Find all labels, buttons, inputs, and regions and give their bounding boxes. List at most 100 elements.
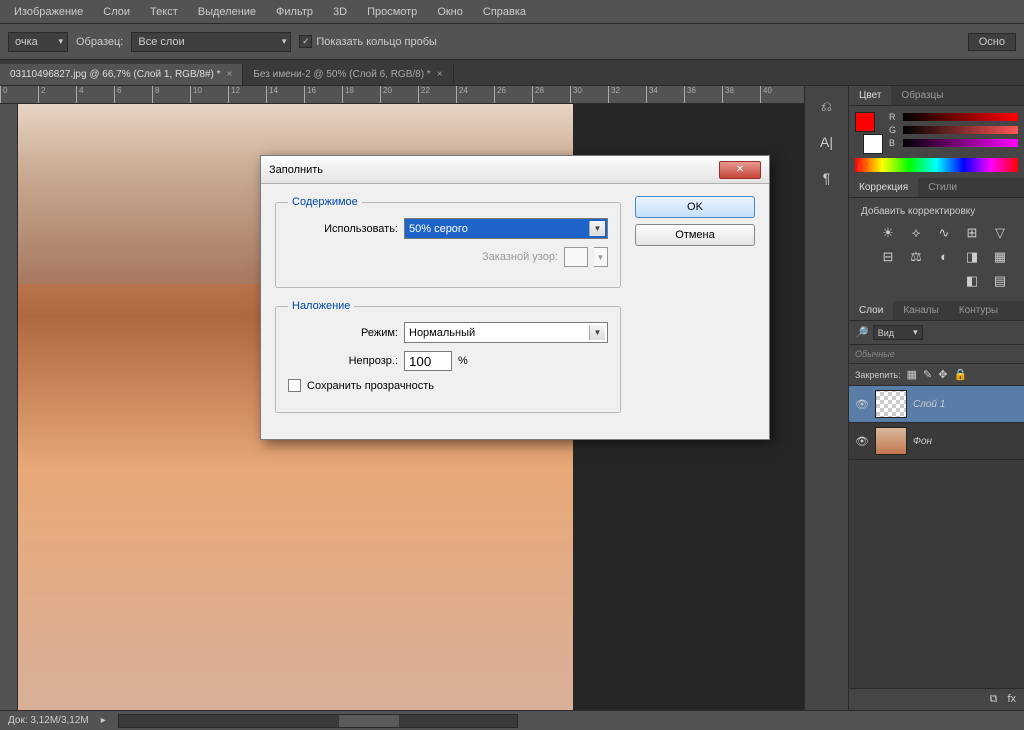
doc-tab-1-close-icon[interactable]: × xyxy=(227,69,233,80)
mode-select[interactable]: Нормальный ▼ xyxy=(404,322,608,343)
lock-row: Закрепить: ▦ ✎ ✥ 🔒 xyxy=(849,364,1024,386)
g-slider[interactable] xyxy=(903,126,1018,134)
tab-swatches[interactable]: Образцы xyxy=(891,86,953,105)
hue-icon[interactable]: ⊟ xyxy=(878,249,898,265)
brightness-icon[interactable]: ☀ xyxy=(878,225,898,241)
lock-move-icon[interactable]: ✥ xyxy=(938,368,947,381)
blend-mode-select[interactable]: Обычные xyxy=(849,344,1024,364)
menu-filter[interactable]: Фильтр xyxy=(266,2,323,22)
doc-tab-2[interactable]: Без имени-2 @ 50% (Слой 6, RGB/8) * × xyxy=(243,64,453,85)
paragraph-icon[interactable]: ¶ xyxy=(816,170,838,188)
sample-label: Образец: xyxy=(76,36,123,48)
character-icon[interactable]: A| xyxy=(816,134,838,152)
tab-adjustments[interactable]: Коррекция xyxy=(849,178,918,197)
menu-help[interactable]: Справка xyxy=(473,2,536,22)
selective-icon[interactable]: ▤ xyxy=(990,273,1010,289)
layer-bg-thumb[interactable] xyxy=(875,427,907,455)
use-label: Использовать: xyxy=(288,223,398,235)
size-select[interactable]: очка xyxy=(8,32,68,52)
doc-tab-2-label: Без имени-2 @ 50% (Слой 6, RGB/8) * xyxy=(253,69,430,80)
doc-tab-1-label: 03110496827.jpg @ 66,7% (Слой 1, RGB/8#)… xyxy=(10,69,221,80)
filter-kind-select[interactable]: Вид▾ xyxy=(873,325,923,340)
add-adjustment-label: Добавить корректировку xyxy=(855,204,1018,219)
status-bar: Док: 3,12М/3,12М ▸ xyxy=(0,710,1024,730)
lock-pixels-icon[interactable]: ▦ xyxy=(907,368,917,381)
preserve-checkbox[interactable] xyxy=(288,379,301,392)
b-slider[interactable] xyxy=(903,139,1018,147)
use-select[interactable]: 50% серого ▼ xyxy=(404,218,608,239)
tab-paths[interactable]: Контуры xyxy=(949,301,1008,320)
lock-all-icon[interactable]: 🔒 xyxy=(953,368,967,381)
pattern-label: Заказной узор: xyxy=(482,251,558,263)
menu-text[interactable]: Текст xyxy=(140,2,188,22)
layer-background[interactable]: 👁 Фон xyxy=(849,423,1024,460)
opacity-label: Непрозр.: xyxy=(288,355,398,367)
lock-brush-icon[interactable]: ✎ xyxy=(923,368,932,381)
tab-color[interactable]: Цвет xyxy=(849,86,891,105)
menu-window[interactable]: Окно xyxy=(427,2,473,22)
dialog-title: Заполнить xyxy=(269,164,719,176)
filter-icon[interactable]: 🔎 xyxy=(855,326,869,339)
color-panel: ▲! R G B xyxy=(849,106,1024,178)
adjustments-panel: Добавить корректировку ☀ ⟡ ∿ ⊞ ▽ ⊟ ⚖ ◐ ◨… xyxy=(849,198,1024,301)
ok-button[interactable]: OK xyxy=(635,196,755,218)
menu-bar: Изображение Слои Текст Выделение Фильтр … xyxy=(0,0,1024,24)
doc-tab-1[interactable]: 03110496827.jpg @ 66,7% (Слой 1, RGB/8#)… xyxy=(0,64,243,85)
opacity-unit: % xyxy=(458,355,468,367)
exposure-icon[interactable]: ⊞ xyxy=(962,225,982,241)
layer-list: 👁 Слой 1 👁 Фон xyxy=(849,386,1024,688)
menu-image[interactable]: Изображение xyxy=(4,2,93,22)
g-label: G xyxy=(889,125,899,135)
mode-value: Нормальный xyxy=(409,327,475,339)
r-slider[interactable] xyxy=(903,113,1018,121)
essentials-button[interactable]: Осно xyxy=(968,33,1016,51)
fx-icon[interactable]: fx xyxy=(1007,693,1016,706)
levels-icon[interactable]: ⟡ xyxy=(906,225,926,241)
vibrance-icon[interactable]: ▽ xyxy=(990,225,1010,241)
b-label: B xyxy=(889,138,899,148)
dialog-titlebar[interactable]: Заполнить ✕ xyxy=(261,156,769,184)
pattern-arrow-icon: ▼ xyxy=(594,247,608,267)
link-icon[interactable]: ⧉ xyxy=(990,693,998,706)
close-button[interactable]: ✕ xyxy=(719,161,761,179)
chevron-down-icon: ▼ xyxy=(589,325,605,340)
status-arrow-icon[interactable]: ▸ xyxy=(101,715,106,726)
cancel-button[interactable]: Отмена xyxy=(635,224,755,246)
posterize-icon[interactable]: ▦ xyxy=(990,249,1010,265)
chevron-down-icon: ▼ xyxy=(589,221,605,236)
use-value: 50% серого xyxy=(409,223,468,235)
layer-1[interactable]: 👁 Слой 1 xyxy=(849,386,1024,423)
background-color[interactable] xyxy=(863,134,883,154)
ruler-vertical xyxy=(0,104,18,710)
tab-styles[interactable]: Стили xyxy=(918,178,967,197)
history-icon[interactable]: ⎌ xyxy=(816,98,838,116)
layer-bg-name[interactable]: Фон xyxy=(913,436,932,447)
layer-1-name[interactable]: Слой 1 xyxy=(913,399,945,410)
show-ring-checkbox[interactable]: ✓ Показать кольцо пробы xyxy=(299,35,437,48)
check-icon: ✓ xyxy=(299,35,312,48)
blending-legend: Наложение xyxy=(288,300,354,312)
menu-select[interactable]: Выделение xyxy=(188,2,266,22)
opacity-input[interactable] xyxy=(404,351,452,371)
layer-1-visibility-icon[interactable]: 👁 xyxy=(855,398,869,411)
options-bar: очка Образец: Все слои ✓ Показать кольцо… xyxy=(0,24,1024,60)
doc-tab-2-close-icon[interactable]: × xyxy=(437,69,443,80)
tab-layers[interactable]: Слои xyxy=(849,301,893,320)
invert-icon[interactable]: ◨ xyxy=(962,249,982,265)
contents-fieldset: Содержимое Использовать: 50% серого ▼ За… xyxy=(275,196,621,288)
menu-view[interactable]: Просмотр xyxy=(357,2,427,22)
layer-bg-visibility-icon[interactable]: 👁 xyxy=(855,435,869,448)
horizontal-scrollbar[interactable] xyxy=(118,714,518,728)
tab-channels[interactable]: Каналы xyxy=(893,301,949,320)
curves-icon[interactable]: ∿ xyxy=(934,225,954,241)
bw-icon[interactable]: ◐ xyxy=(934,249,954,265)
menu-layers[interactable]: Слои xyxy=(93,2,140,22)
show-ring-label: Показать кольцо пробы xyxy=(316,36,437,48)
layer-1-thumb[interactable] xyxy=(875,390,907,418)
sample-select[interactable]: Все слои xyxy=(131,32,291,52)
threshold-icon[interactable]: ◧ xyxy=(962,273,982,289)
menu-3d[interactable]: 3D xyxy=(323,2,357,22)
balance-icon[interactable]: ⚖ xyxy=(906,249,926,265)
foreground-color[interactable] xyxy=(855,112,875,132)
color-spectrum[interactable] xyxy=(855,158,1018,172)
